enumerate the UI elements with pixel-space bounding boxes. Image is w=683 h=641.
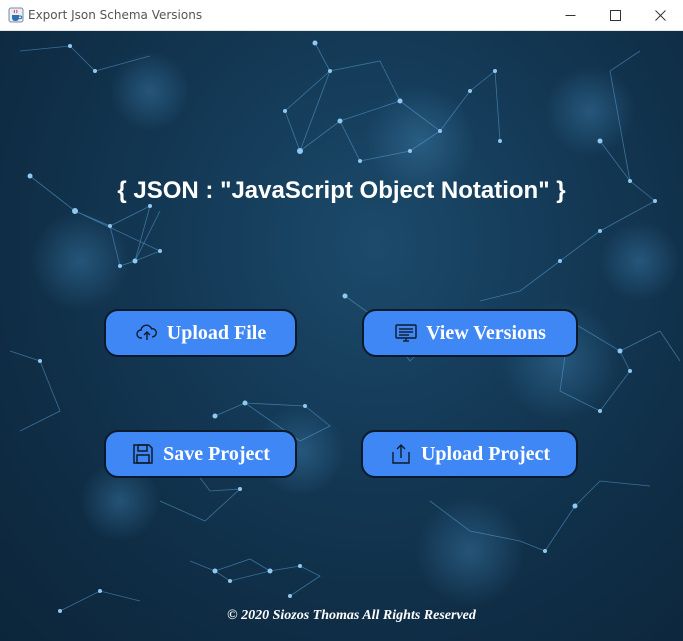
upload-project-button[interactable]: Upload Project xyxy=(361,430,578,478)
save-project-label: Save Project xyxy=(163,442,270,465)
close-icon xyxy=(655,10,666,21)
app-window: Export Json Schema Versions {JSON: "Ja… xyxy=(0,0,683,641)
title-bar[interactable]: Export Json Schema Versions xyxy=(0,0,683,31)
floppy-disk-icon xyxy=(131,442,155,466)
background-network-image xyxy=(9,40,681,613)
maximize-button[interactable] xyxy=(593,0,638,31)
cloud-upload-icon xyxy=(135,321,159,345)
upload-file-button[interactable]: Upload File xyxy=(104,309,297,357)
minimize-button[interactable] xyxy=(548,0,593,31)
upload-project-label: Upload Project xyxy=(420,442,551,465)
main-panel: { JSON : "JavaScript Object Notation" } … xyxy=(0,31,683,641)
minimize-icon xyxy=(565,15,576,16)
save-project-button[interactable]: Save Project xyxy=(104,430,297,478)
window-title: Export Json Schema Versions xyxy=(28,8,203,22)
headline: { JSON : "JavaScript Object Notation" } xyxy=(117,177,566,204)
view-versions-button[interactable]: View Versions xyxy=(362,309,578,357)
monitor-icon xyxy=(394,321,418,345)
view-versions-label: View Versions xyxy=(426,321,546,344)
maximize-icon xyxy=(610,10,621,21)
export-icon xyxy=(389,442,413,466)
copyright-footer: © 2020 Siozos Thomas All Rights Reserved xyxy=(227,608,476,623)
upload-file-label: Upload File xyxy=(166,321,267,344)
java-cup-icon xyxy=(8,7,24,23)
close-button[interactable] xyxy=(638,0,683,31)
